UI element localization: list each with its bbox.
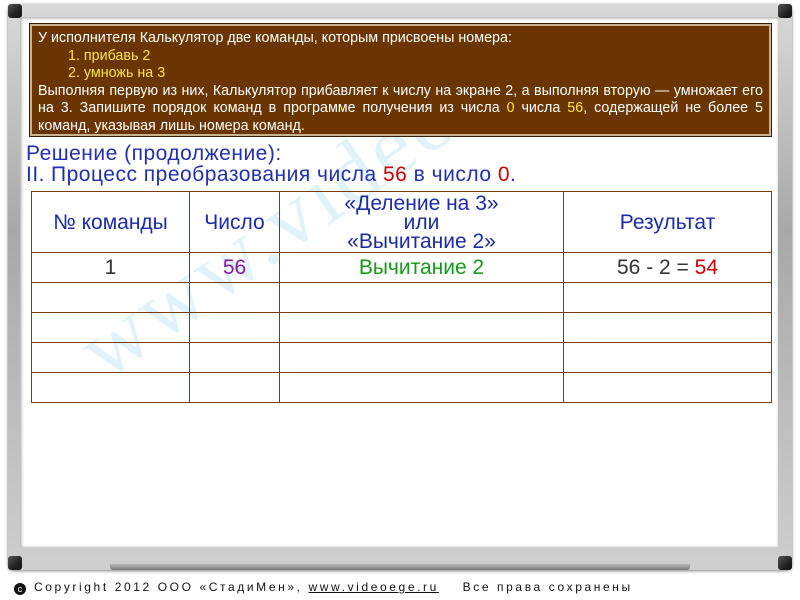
task-statement: У исполнителя Калькулятор две команды, к… xyxy=(29,23,772,137)
task-command-1: 1. прибавь 2 xyxy=(68,47,151,64)
header-result: Результат xyxy=(563,191,772,253)
cell-number xyxy=(189,342,280,373)
cell-command-no xyxy=(31,312,190,343)
steps-table: № команды Число «Деление на 3» или «Вычи… xyxy=(31,191,772,403)
steps-table-wrapper: № команды Число «Деление на 3» или «Вычи… xyxy=(31,191,772,403)
cell-result: 56 - 2 = 54 xyxy=(563,252,772,283)
cell-result xyxy=(563,312,772,343)
cell-operation xyxy=(279,312,564,343)
whiteboard-tray xyxy=(110,564,690,570)
copyright-icon: c xyxy=(14,583,26,595)
task-command-2: 2. умножь на 3 xyxy=(68,65,166,81)
cell-command-no xyxy=(31,342,190,373)
frame-corner xyxy=(8,556,22,570)
cell-number xyxy=(189,282,280,313)
table-row xyxy=(31,372,772,403)
table-row xyxy=(31,342,772,373)
task-paragraph: Выполняя первую из них, Калькулятор приб… xyxy=(38,82,763,134)
table-row xyxy=(31,312,772,343)
task-intro: У исполнителя Калькулятор две команды, к… xyxy=(38,30,512,46)
cell-command-no xyxy=(31,372,190,403)
cell-command-no: 1 xyxy=(31,252,190,283)
cell-result xyxy=(563,342,772,373)
header-command-no: № команды xyxy=(31,191,190,253)
cell-command-no xyxy=(31,282,190,313)
cell-result xyxy=(563,372,772,403)
cell-operation xyxy=(279,282,564,313)
cell-operation xyxy=(279,372,564,403)
frame-corner xyxy=(778,4,792,18)
frame-corner xyxy=(8,4,22,18)
frame-corner xyxy=(778,556,792,570)
cell-number: 56 xyxy=(189,252,280,283)
process-heading: II. Процесс преобразования числа 56 в чис… xyxy=(26,163,517,186)
cell-operation: Вычитание 2 xyxy=(279,252,564,283)
from-number: 56 xyxy=(382,163,408,186)
task-target-number: 56 xyxy=(567,100,584,116)
cell-number xyxy=(189,312,280,343)
task-start-number: 0 xyxy=(506,100,515,116)
table-row xyxy=(31,282,772,313)
header-operation: «Деление на 3» или «Вычитание 2» xyxy=(279,191,564,253)
cell-result xyxy=(563,282,772,313)
table-header-row: № команды Число «Деление на 3» или «Вычи… xyxy=(31,191,772,253)
header-number: Число xyxy=(189,191,280,253)
cell-operation xyxy=(279,342,564,373)
copyright-footer: c Copyright 2012 ООО «СтадиМен», www.vide… xyxy=(14,580,633,595)
cell-number xyxy=(189,372,280,403)
site-link[interactable]: www.videoege.ru xyxy=(309,580,439,594)
to-number: 0 xyxy=(497,163,511,186)
step-label: II. xyxy=(26,163,46,186)
table-row: 1 56 Вычитание 2 56 - 2 = 54 xyxy=(31,252,772,283)
